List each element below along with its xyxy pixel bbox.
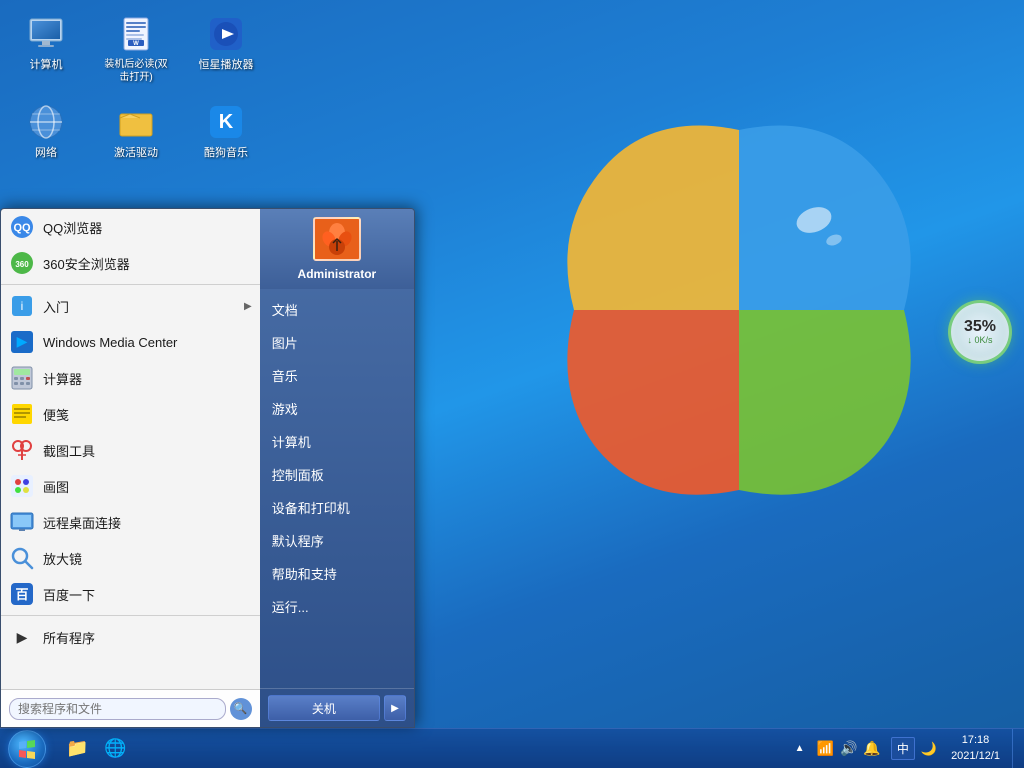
baidu-icon: 百 [9,581,35,607]
menu-item-pictures[interactable]: 图片 [260,326,414,359]
menu-item-control-panel[interactable]: 控制面板 [260,458,414,491]
windows-logo [514,50,964,570]
menu-item-baidu[interactable]: 百 百度一下 [1,576,260,612]
wmc-icon: ▶ [9,329,35,355]
performance-widget[interactable]: 35% ↓ 0K/s [948,300,1012,364]
menu-item-calculator[interactable]: 计算器 [1,360,260,396]
start-search-bar: 🔍 [1,689,260,727]
menu-item-computer-right[interactable]: 计算机 [260,425,414,458]
start-button[interactable] [0,729,54,768]
programs-icon: ▶ [9,624,35,650]
svg-text:K: K [219,111,234,133]
tray-notification-icon[interactable]: 🔔 [861,738,882,759]
search-button[interactable]: 🔍 [230,698,252,720]
tray-volume-icon[interactable]: 🔊 [838,738,859,759]
desktop: 计算机 W 装机后必读(双击打开) [0,0,1024,768]
menu-item-games[interactable]: 游戏 [260,392,414,425]
taskbar-explorer-button[interactable]: 📁 [58,733,96,765]
desktop-icon-computer[interactable]: 计算机 [10,10,82,88]
start-menu-left-items: QQ QQ浏览器 360 360安全浏览器 [1,209,260,689]
tray-moon-icon[interactable]: 🌙 [919,739,939,759]
notepad-icon [9,401,35,427]
menu-item-defaults[interactable]: 默认程序 [260,524,414,557]
menu-item-music[interactable]: 音乐 [260,359,414,392]
tray-network-icon[interactable]: 📶 [815,738,836,759]
menu-item-notepad[interactable]: 便笺 [1,396,260,432]
desktop-icon-qqmusic[interactable]: K 酷狗音乐 [190,98,262,164]
arrow-icon: ▶ [244,301,252,312]
menu-item-snipping[interactable]: 截图工具 [1,432,260,468]
search-icon: 🔍 [234,702,248,715]
qq-browser-icon: QQ [9,214,35,240]
ie-icon: 🌐 [104,738,126,759]
svg-text:▶: ▶ [17,333,28,349]
menu-item-all-programs[interactable]: ▶ 所有程序 [1,619,260,655]
360-browser-icon: 360 [9,250,35,276]
desktop-icon-media-player[interactable]: 恒星播放器 [190,10,262,88]
taskbar-items: 📁 🌐 [54,729,789,768]
start-menu: QQ QQ浏览器 360 360安全浏览器 [0,208,415,728]
taskbar: 📁 🌐 ▲ 📶 🔊 🔔 中 🌙 17:18 [0,728,1024,768]
right-menu-items: 文档 图片 音乐 游戏 计算机 控制面板 设备和打印机 [260,289,414,688]
svg-text:百: 百 [15,587,28,602]
menu-item-docs[interactable]: 文档 [260,293,414,326]
start-menu-left-panel: QQ QQ浏览器 360 360安全浏览器 [1,209,260,727]
menu-item-help[interactable]: 帮助和支持 [260,557,414,590]
svg-text:QQ: QQ [13,222,31,234]
menu-item-run[interactable]: 运行... [260,590,414,623]
clock[interactable]: 17:18 2021/12/1 [943,733,1008,764]
taskbar-right: ▲ 📶 🔊 🔔 中 🌙 17:18 2021/12/1 [789,729,1024,768]
desktop-icon-setup-guide[interactable]: W 装机后必读(双击打开) [100,10,172,88]
calculator-icon [9,365,35,391]
menu-item-magnifier[interactable]: 放大镜 [1,540,260,576]
taskbar-ie-button[interactable]: 🌐 [96,733,134,765]
start-menu-right-panel: Administrator 文档 图片 音乐 游戏 计算机 [260,209,414,727]
rdp-icon [9,509,35,535]
svg-text:360: 360 [15,260,29,269]
notification-expand-button[interactable]: ▲ [793,741,807,756]
search-input[interactable] [9,698,226,720]
system-tray: 📶 🔊 🔔 [811,738,887,759]
show-desktop-button[interactable] [1012,729,1020,768]
menu-item-wmc[interactable]: ▶ Windows Media Center [1,324,260,360]
magnifier-icon [9,545,35,571]
menu-item-360-browser[interactable]: 360 360安全浏览器 [1,245,260,281]
separator-1 [1,284,260,285]
user-avatar[interactable] [313,217,361,261]
menu-item-devices[interactable]: 设备和打印机 [260,491,414,524]
shutdown-options-button[interactable]: ▶ [384,695,406,721]
intro-icon: i [9,293,35,319]
shutdown-button[interactable]: 关机 [268,695,380,721]
separator-2 [1,615,260,616]
snipping-icon [9,437,35,463]
menu-item-rdp[interactable]: 远程桌面连接 [1,504,260,540]
paint-icon [9,473,35,499]
start-orb [8,730,46,768]
menu-item-qq-browser[interactable]: QQ QQ浏览器 [1,209,260,245]
menu-item-paint[interactable]: 画图 [1,468,260,504]
svg-text:W: W [133,41,139,47]
desktop-icon-network[interactable]: 网络 [10,98,82,164]
desktop-icons-area: 计算机 W 装机后必读(双击打开) [10,10,270,164]
language-indicator[interactable]: 中 [891,737,915,760]
desktop-icon-driver[interactable]: 激活驱动 [100,98,172,164]
shutdown-area: 关机 ▶ [260,688,414,727]
svg-text:i: i [21,299,24,313]
menu-item-intro[interactable]: i 入门 ▶ [1,288,260,324]
user-header: Administrator [260,209,414,289]
explorer-icon: 📁 [66,738,88,759]
